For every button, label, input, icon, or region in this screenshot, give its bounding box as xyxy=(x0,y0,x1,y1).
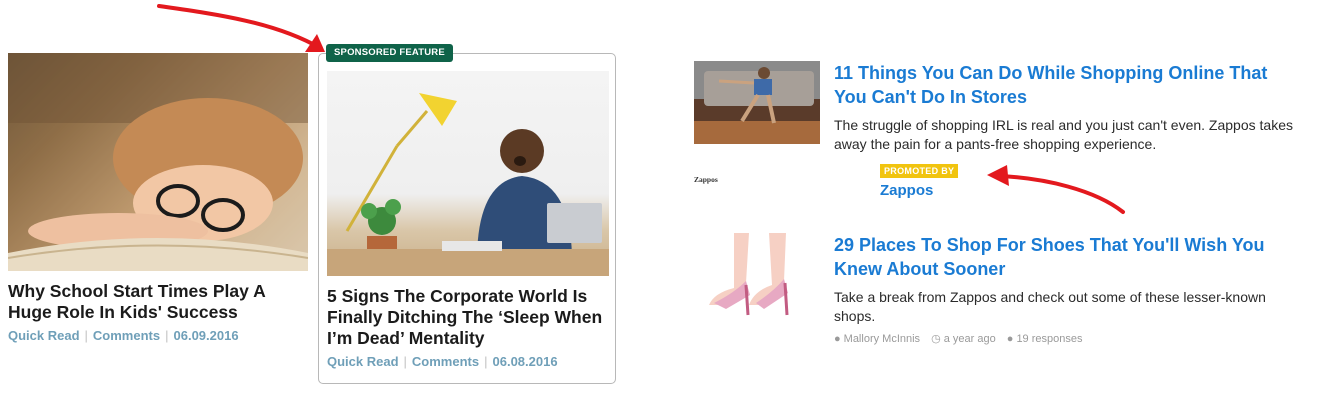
red-arrow-annotation-sponsored xyxy=(157,4,325,52)
sponsored-article-card[interactable]: 5 Signs The Corporate World Is Finally D… xyxy=(327,71,609,369)
article-meta: Quick Read | Comments | 06.09.2016 xyxy=(8,328,308,343)
article-byline: ● Mallory McInnis ◷ a year ago ● 19 respons… xyxy=(834,332,1304,345)
promoted-article-title[interactable]: 11 Things You Can Do While Shopping Onli… xyxy=(834,61,1304,109)
article-title[interactable]: Why School Start Times Play A Huge Role … xyxy=(8,281,308,323)
comments-link[interactable]: Comments xyxy=(93,328,160,343)
post-time: a year ago xyxy=(943,333,996,345)
promoted-by-badge: PROMOTED BY xyxy=(880,164,959,178)
separator: | xyxy=(484,354,488,369)
separator: | xyxy=(84,328,88,343)
article-item-shoes[interactable]: 29 Places To Shop For Shoes That You'll … xyxy=(694,233,1324,353)
publish-date: 06.09.2016 xyxy=(173,328,239,343)
promoter-name-link[interactable]: Zappos xyxy=(880,182,933,199)
user-icon: ● xyxy=(834,333,841,345)
article-thumbnail-yawning-man[interactable] xyxy=(327,71,609,276)
article-title[interactable]: 29 Places To Shop For Shoes That You'll … xyxy=(834,233,1304,281)
separator: | xyxy=(165,328,169,343)
author-name[interactable]: Mallory McInnis xyxy=(844,333,920,345)
zappos-logo[interactable]: Zappos xyxy=(694,170,730,190)
clock-icon: ◷ xyxy=(931,333,941,345)
quick-read-link[interactable]: Quick Read xyxy=(8,328,80,343)
sponsored-article-title[interactable]: 5 Signs The Corporate World Is Finally D… xyxy=(327,286,609,349)
promoted-article-description: The struggle of shopping IRL is real and… xyxy=(834,117,1293,152)
publish-date: 06.08.2016 xyxy=(492,354,558,369)
article-meta: Quick Read | Comments | 06.08.2016 xyxy=(327,354,609,369)
article-description: Take a break from Zappos and check out s… xyxy=(834,289,1266,324)
article-thumbnail-heels[interactable] xyxy=(694,233,820,316)
speech-bubble-icon: ● xyxy=(1006,333,1014,345)
separator: | xyxy=(403,354,407,369)
responses-count[interactable]: 19 responses xyxy=(1016,333,1082,345)
red-arrow-annotation-promoted xyxy=(987,165,1125,214)
article-thumbnail-sleeping-student[interactable] xyxy=(8,53,308,271)
quick-read-link[interactable]: Quick Read xyxy=(327,354,399,369)
article-thumbnail-man-on-couch[interactable] xyxy=(694,61,820,144)
article-card-school-start[interactable]: Why School Start Times Play A Huge Role … xyxy=(8,53,308,343)
comments-link[interactable]: Comments xyxy=(412,354,479,369)
sponsored-feature-badge: SPONSORED FEATURE xyxy=(326,44,453,62)
